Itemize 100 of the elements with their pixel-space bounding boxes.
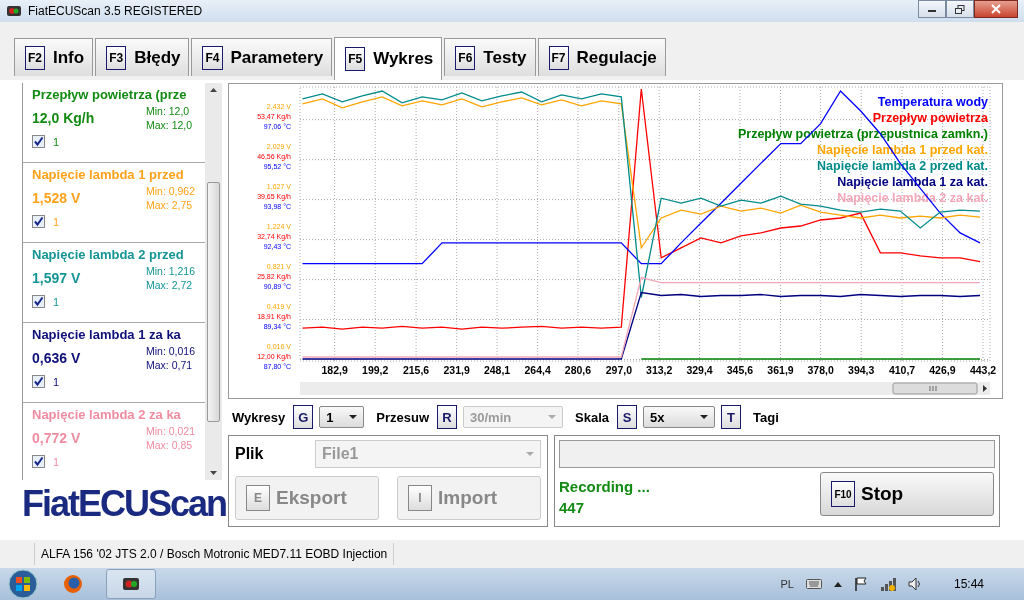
checkbox[interactable] <box>32 215 45 228</box>
shortcut-key: E <box>246 485 270 511</box>
axis-tick-label: 313,2 <box>646 364 673 376</box>
caret-icon <box>548 415 556 419</box>
flag-icon[interactable] <box>853 577 868 591</box>
shortcut-key[interactable]: S <box>617 405 637 429</box>
checkbox[interactable] <box>32 375 45 388</box>
control-label: Tagi <box>753 409 779 425</box>
axis-tick-label: 297,0 <box>605 364 632 376</box>
max-value: Max: 0,85 <box>146 438 194 452</box>
tab[interactable]: F4 Parametery <box>191 38 333 76</box>
axis-tick-label: 329,4 <box>686 364 713 376</box>
dropdown[interactable]: 1 <box>319 406 365 428</box>
min-value: Min: 12,0 <box>146 104 191 118</box>
checkbox[interactable] <box>32 295 45 308</box>
key-badge: F7 <box>548 45 569 70</box>
keyboard-icon[interactable] <box>805 579 822 589</box>
scroll-down-icon <box>210 471 217 475</box>
tab[interactable]: F2 Info <box>14 38 94 76</box>
axis-tick-label: 426,9 <box>929 364 956 376</box>
min-value: Min: 1,216 <box>146 264 196 278</box>
tab[interactable]: F5 Wykres <box>334 37 443 80</box>
shortcut-key[interactable]: T <box>721 405 741 429</box>
vehicle-info: ALFA 156 '02 JTS 2.0 / Bosch Motronic MED7.11 EOBD Injection <box>34 543 395 565</box>
tab[interactable]: F7 Regulacje <box>537 38 666 76</box>
axis-tick-label: 182,9 <box>321 364 348 376</box>
axis-tick-label: 215,6 <box>402 364 430 376</box>
max-value: Max: 2,75 <box>146 198 194 212</box>
min-value: Min: 0,021 <box>146 424 196 438</box>
scroll-up-icon <box>210 88 217 92</box>
signal-icon[interactable] <box>879 577 896 591</box>
control-label: Przesuw <box>376 409 429 425</box>
parameter-name: Napięcie lambda 2 za ka <box>32 407 182 422</box>
maximize-button[interactable] <box>946 0 974 18</box>
horizontal-scrollbar[interactable] <box>300 382 990 395</box>
control-label: Skala <box>575 409 609 425</box>
tab[interactable]: F3 Błędy <box>95 38 190 76</box>
checkbox[interactable] <box>32 455 45 468</box>
axis-tick-label: 443,2 <box>969 364 997 376</box>
chart-index: 1 <box>53 135 60 148</box>
axis-tick-label: 264,4 <box>524 364 551 376</box>
taskbar-button[interactable] <box>106 569 156 599</box>
axis-tick-label: 199,2 <box>362 364 389 376</box>
shortcut-key[interactable]: G <box>293 405 314 429</box>
chart-index: 1 <box>53 295 60 308</box>
legend-label: Przepływ powietrza <box>872 111 988 125</box>
minimize-button[interactable] <box>918 0 946 18</box>
min-value: Min: 0,962 <box>146 184 196 198</box>
axis-tick-label: 378,0 <box>807 364 834 376</box>
parameter-name: Napięcie lambda 1 za ka <box>32 327 182 342</box>
start-button[interactable] <box>6 568 40 600</box>
stop-button[interactable]: F10 Stop <box>820 472 994 516</box>
caret-icon <box>700 415 708 419</box>
show-hidden-icon[interactable] <box>833 581 842 587</box>
shortcut-key: F10 <box>831 481 855 507</box>
checkbox[interactable] <box>32 135 45 148</box>
scrollbar[interactable] <box>205 83 222 480</box>
max-value: Max: 12,0 <box>146 118 193 132</box>
chart-index: 1 <box>53 215 60 228</box>
parameter-value: 0,636 V <box>32 350 82 366</box>
sample-count: 447 <box>559 499 586 516</box>
parameter-value: 1,597 V <box>32 270 82 286</box>
parameter-name: Przepływ powietrza (prze <box>32 87 188 102</box>
speaker-icon[interactable] <box>907 577 922 591</box>
recording-status: Recording ... <box>559 478 650 495</box>
legend-label: Temperatura wody <box>877 95 988 109</box>
clock[interactable]: 15:44 <box>953 577 984 591</box>
key-badge: F5 <box>345 47 366 71</box>
caret-icon <box>526 452 534 456</box>
globe-icon <box>63 574 83 594</box>
axis-tick-label: 394,3 <box>848 364 875 376</box>
tab[interactable]: F6 Testy <box>444 38 536 76</box>
control-label: Wykresy <box>232 409 286 425</box>
chart-index: 1 <box>53 375 60 388</box>
axis-tick-label: 231,9 <box>443 364 470 376</box>
parameter-name: Napięcie lambda 1 przed <box>32 167 185 182</box>
logo: FiatECUScan <box>22 482 228 526</box>
window-title: FiatECUScan 3.5 REGISTERED <box>28 4 203 18</box>
dropdown[interactable]: 5x <box>643 406 715 428</box>
max-value: Max: 0,71 <box>146 358 194 372</box>
key-badge: F6 <box>455 45 476 70</box>
scroll-right-icon[interactable] <box>983 385 987 392</box>
key-badge: F2 <box>25 45 45 70</box>
language-indicator[interactable]: PL <box>780 578 794 590</box>
shortcut-key[interactable]: R <box>437 405 457 429</box>
file-label: Plik <box>235 445 265 463</box>
axis-tick-label: 248,1 <box>483 364 511 376</box>
axis-tick-label: 361,9 <box>767 364 794 376</box>
key-badge: F4 <box>202 45 223 70</box>
parameter-value: 1,528 V <box>32 190 82 206</box>
shortcut-key: I <box>408 485 432 511</box>
min-value: Min: 0,016 <box>146 344 196 358</box>
close-button[interactable] <box>974 0 1018 18</box>
scroll-thumb[interactable] <box>207 182 220 422</box>
close-icon <box>991 4 1001 14</box>
parameter-value: 0,772 V <box>32 430 82 446</box>
caret-icon <box>349 415 358 419</box>
max-value: Max: 2,72 <box>146 278 194 292</box>
app-icon <box>6 3 22 19</box>
key-badge: F3 <box>106 45 127 70</box>
